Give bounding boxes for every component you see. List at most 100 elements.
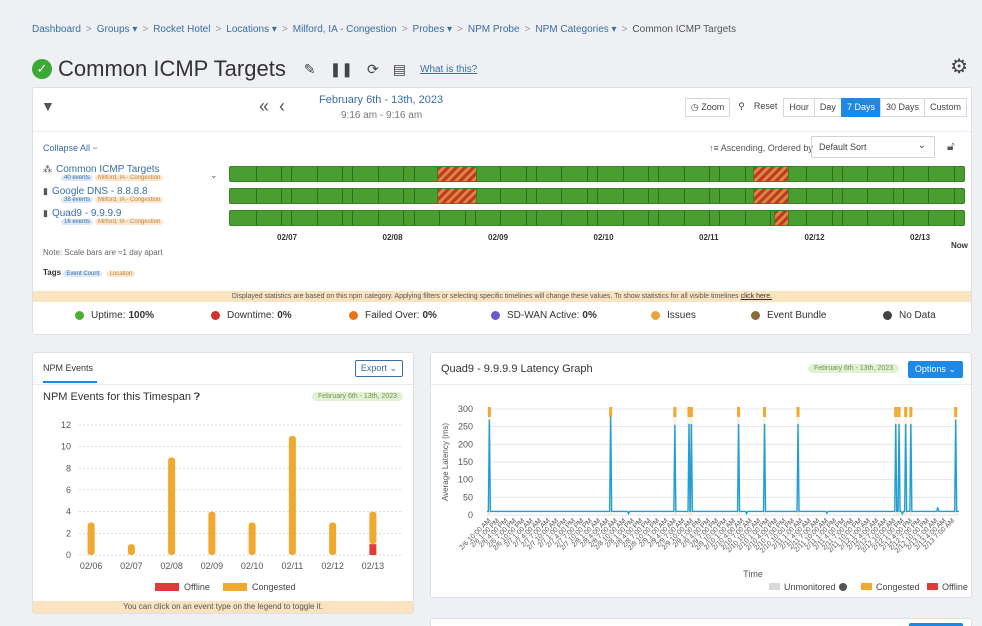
timeline-segment-divider <box>902 189 904 203</box>
issue-segment[interactable] <box>436 167 477 181</box>
legend-swatch[interactable] <box>861 583 872 590</box>
bar-congested[interactable] <box>288 435 296 555</box>
congested-marker[interactable] <box>954 407 958 417</box>
axis-label: 02/13 <box>910 233 931 242</box>
y-tick-label: 4 <box>66 507 71 517</box>
congested-marker[interactable] <box>673 407 677 417</box>
edit-icon[interactable]: ✎ <box>304 61 316 78</box>
bar-congested[interactable] <box>127 544 135 555</box>
timeline-segment-divider <box>561 211 563 225</box>
stat-item[interactable]: Event Bundle <box>751 310 827 321</box>
congested-marker[interactable] <box>909 407 913 417</box>
refresh-icon[interactable]: ⟳ <box>367 61 379 78</box>
breadcrumb-item[interactable]: Milford, IA - Congestion <box>293 24 397 35</box>
breadcrumb-item: Common ICMP Targets <box>632 24 736 35</box>
what-is-this-link[interactable]: What is this? <box>420 64 477 75</box>
range-button[interactable]: 30 Days <box>879 98 925 117</box>
congested-marker[interactable] <box>894 407 898 417</box>
pause-icon[interactable]: ❚❚ <box>330 61 353 78</box>
timeline-segment-divider <box>683 167 685 181</box>
timeline-bar[interactable] <box>229 210 965 226</box>
y-tick-label: 300 <box>458 404 473 414</box>
timeline-target[interactable]: ▮ Quad9 - 9.9.9.9 16 events Milford, IA - C… <box>43 208 164 225</box>
congested-marker[interactable] <box>763 407 767 417</box>
stat-item[interactable]: Downtime: 0% <box>211 310 292 321</box>
chevron-down-icon[interactable]: ⌄ <box>210 170 218 181</box>
legend-swatch[interactable] <box>155 583 179 591</box>
legend-swatch[interactable] <box>927 583 938 590</box>
tag-location[interactable]: Location <box>106 271 136 277</box>
legend-swatch[interactable] <box>223 583 247 591</box>
bar-congested[interactable] <box>248 522 256 556</box>
chevron-left-icon[interactable]: ‹ <box>279 96 295 116</box>
issue-segment[interactable] <box>752 189 789 203</box>
zoom-button[interactable]: ◷ Zoom <box>684 98 731 117</box>
legend-label[interactable]: Offline <box>942 582 968 592</box>
filter-icon[interactable]: ▼ <box>41 98 55 114</box>
gear-icon[interactable]: ⚙ <box>950 54 968 79</box>
congested-marker[interactable] <box>904 407 908 417</box>
congested-marker[interactable] <box>737 407 741 417</box>
stat-item[interactable]: SD-WAN Active: 0% <box>491 310 597 321</box>
click-here-link[interactable]: click here. <box>741 293 773 300</box>
range-button[interactable]: 7 Days <box>840 98 881 117</box>
legend-label[interactable]: Congested <box>252 582 296 592</box>
issue-segment[interactable] <box>773 211 789 225</box>
breadcrumb-item[interactable]: NPM Categories ▾ <box>535 24 616 35</box>
reset-button[interactable]: Reset <box>748 98 783 117</box>
congested-marker[interactable] <box>609 407 613 417</box>
issue-segment[interactable] <box>436 189 477 203</box>
breadcrumb-item[interactable]: Locations ▾ <box>226 24 277 35</box>
stat-item[interactable]: Failed Over: 0% <box>349 310 437 321</box>
breadcrumb-item[interactable]: Groups ▾ <box>97 24 138 35</box>
range-button[interactable]: Custom <box>923 98 967 117</box>
range-button[interactable]: Hour <box>783 98 815 117</box>
bar-congested[interactable] <box>208 511 216 555</box>
y-tick-label: 0 <box>468 510 473 520</box>
magnify-icon[interactable]: ⚲ <box>733 98 750 117</box>
bar-congested[interactable] <box>369 511 377 545</box>
timeline-target[interactable]: ▮ Google DNS - 8.8.8.8 38 events Milford, I… <box>43 186 164 203</box>
bar-offline[interactable] <box>369 544 377 555</box>
legend-label[interactable]: Congested <box>876 582 920 592</box>
latency-line[interactable] <box>487 416 959 516</box>
page-header: ✓ Common ICMP Targets ✎ ❚❚ ⟳ ▤ What is t… <box>32 54 477 84</box>
breadcrumb-item[interactable]: Rocket Hotel <box>153 24 210 35</box>
stat-item[interactable]: Uptime: 100% <box>75 310 154 321</box>
range-button[interactable]: Day <box>813 98 842 117</box>
tab-npm-events[interactable]: NPM Events <box>43 363 93 373</box>
bar-congested[interactable] <box>329 522 337 556</box>
bar-congested[interactable] <box>87 522 95 556</box>
breadcrumb-item[interactable]: Probes ▾ <box>413 24 452 35</box>
timeline-target[interactable]: ⁂ Common ICMP Targets 40 events Milford, IA… <box>43 164 164 181</box>
legend-swatch[interactable] <box>769 583 780 590</box>
timeline-bar[interactable] <box>229 188 965 204</box>
help-icon[interactable] <box>839 583 847 591</box>
timeline-bar[interactable] <box>229 166 965 182</box>
issue-segment[interactable] <box>752 167 789 181</box>
export-button[interactable]: Export ⌄ <box>354 360 403 377</box>
unlock-icon[interactable]: 🔓︎ <box>947 139 955 154</box>
stat-item[interactable]: No Data <box>883 310 936 321</box>
legend-label[interactable]: Unmonitored <box>784 582 836 592</box>
breadcrumb-item[interactable]: NPM Probe <box>468 24 520 35</box>
event-count-tag: 38 events <box>61 197 94 203</box>
status-check-icon: ✓ <box>32 59 52 79</box>
collapse-all-link[interactable]: Collapse All − <box>43 143 98 153</box>
breadcrumb-item[interactable]: Dashboard <box>32 24 81 35</box>
help-icon[interactable]: ❓︎ <box>194 392 200 403</box>
congested-marker[interactable] <box>796 407 800 417</box>
stat-item[interactable]: Issues <box>651 310 696 321</box>
congested-marker[interactable] <box>897 407 901 417</box>
tag-event-count[interactable]: Event Count <box>63 271 103 277</box>
sort-select[interactable]: Default Sort ⌄ <box>811 136 935 158</box>
legend-label[interactable]: Offline <box>184 582 210 592</box>
bar-congested[interactable] <box>168 457 176 556</box>
timeline-segment-divider <box>413 211 415 225</box>
congested-marker[interactable] <box>689 407 693 417</box>
double-chevron-left-icon[interactable]: « <box>259 96 279 116</box>
timeline-segment-divider <box>648 189 650 203</box>
options-button[interactable]: Options ⌄ <box>907 361 963 378</box>
congested-marker[interactable] <box>487 407 491 417</box>
export-file-icon[interactable]: ▤ <box>393 61 406 78</box>
